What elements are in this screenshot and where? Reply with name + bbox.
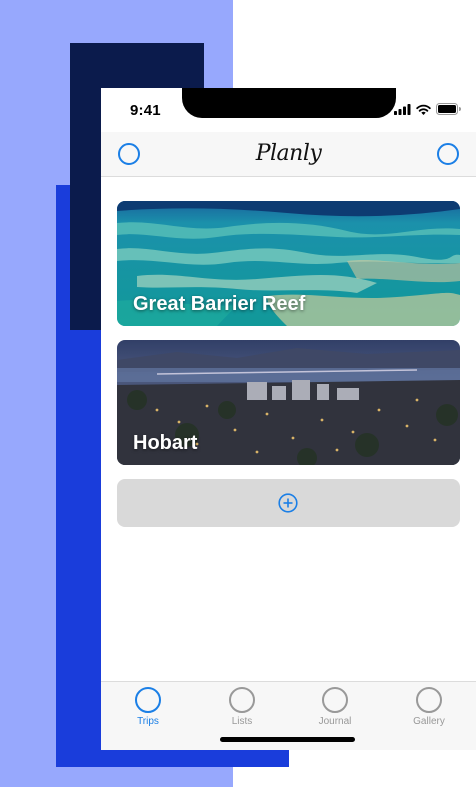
home-indicator[interactable] [220, 737, 355, 742]
wifi-icon [416, 104, 431, 115]
notch [182, 88, 396, 118]
tab-trips[interactable]: Trips [101, 682, 195, 732]
tab-label: Journal [318, 716, 352, 727]
signal-icon [394, 103, 411, 115]
status-icons [394, 103, 461, 115]
nav-right-circle-icon[interactable] [437, 143, 459, 165]
trip-card-great-barrier-reef[interactable]: Great Barrier Reef [117, 201, 460, 326]
trip-title: Hobart [133, 432, 198, 454]
status-time: 9:41 [130, 102, 161, 119]
app-logo: Planly [255, 141, 322, 166]
journal-tab-icon [322, 687, 348, 713]
plus-circle-icon [278, 493, 298, 513]
tab-gallery[interactable]: Gallery [382, 682, 476, 732]
trip-card-hobart[interactable]: Hobart [117, 340, 460, 465]
tab-label: Gallery [413, 716, 445, 727]
gallery-tab-icon [416, 687, 442, 713]
tab-label: Trips [137, 716, 159, 727]
trip-title: Great Barrier Reef [133, 293, 306, 315]
phone-screen: 9:41 Planly Great Barrier Reef Hobart Tr… [101, 88, 476, 750]
tab-label: Lists [231, 716, 253, 727]
tab-lists[interactable]: Lists [195, 682, 289, 732]
trips-tab-icon [135, 687, 161, 713]
tab-journal[interactable]: Journal [288, 682, 382, 732]
nav-bar: Planly [101, 132, 476, 177]
status-bar: 9:41 [101, 88, 476, 132]
add-trip-button[interactable] [117, 479, 460, 527]
battery-icon [436, 103, 461, 115]
lists-tab-icon [229, 687, 255, 713]
